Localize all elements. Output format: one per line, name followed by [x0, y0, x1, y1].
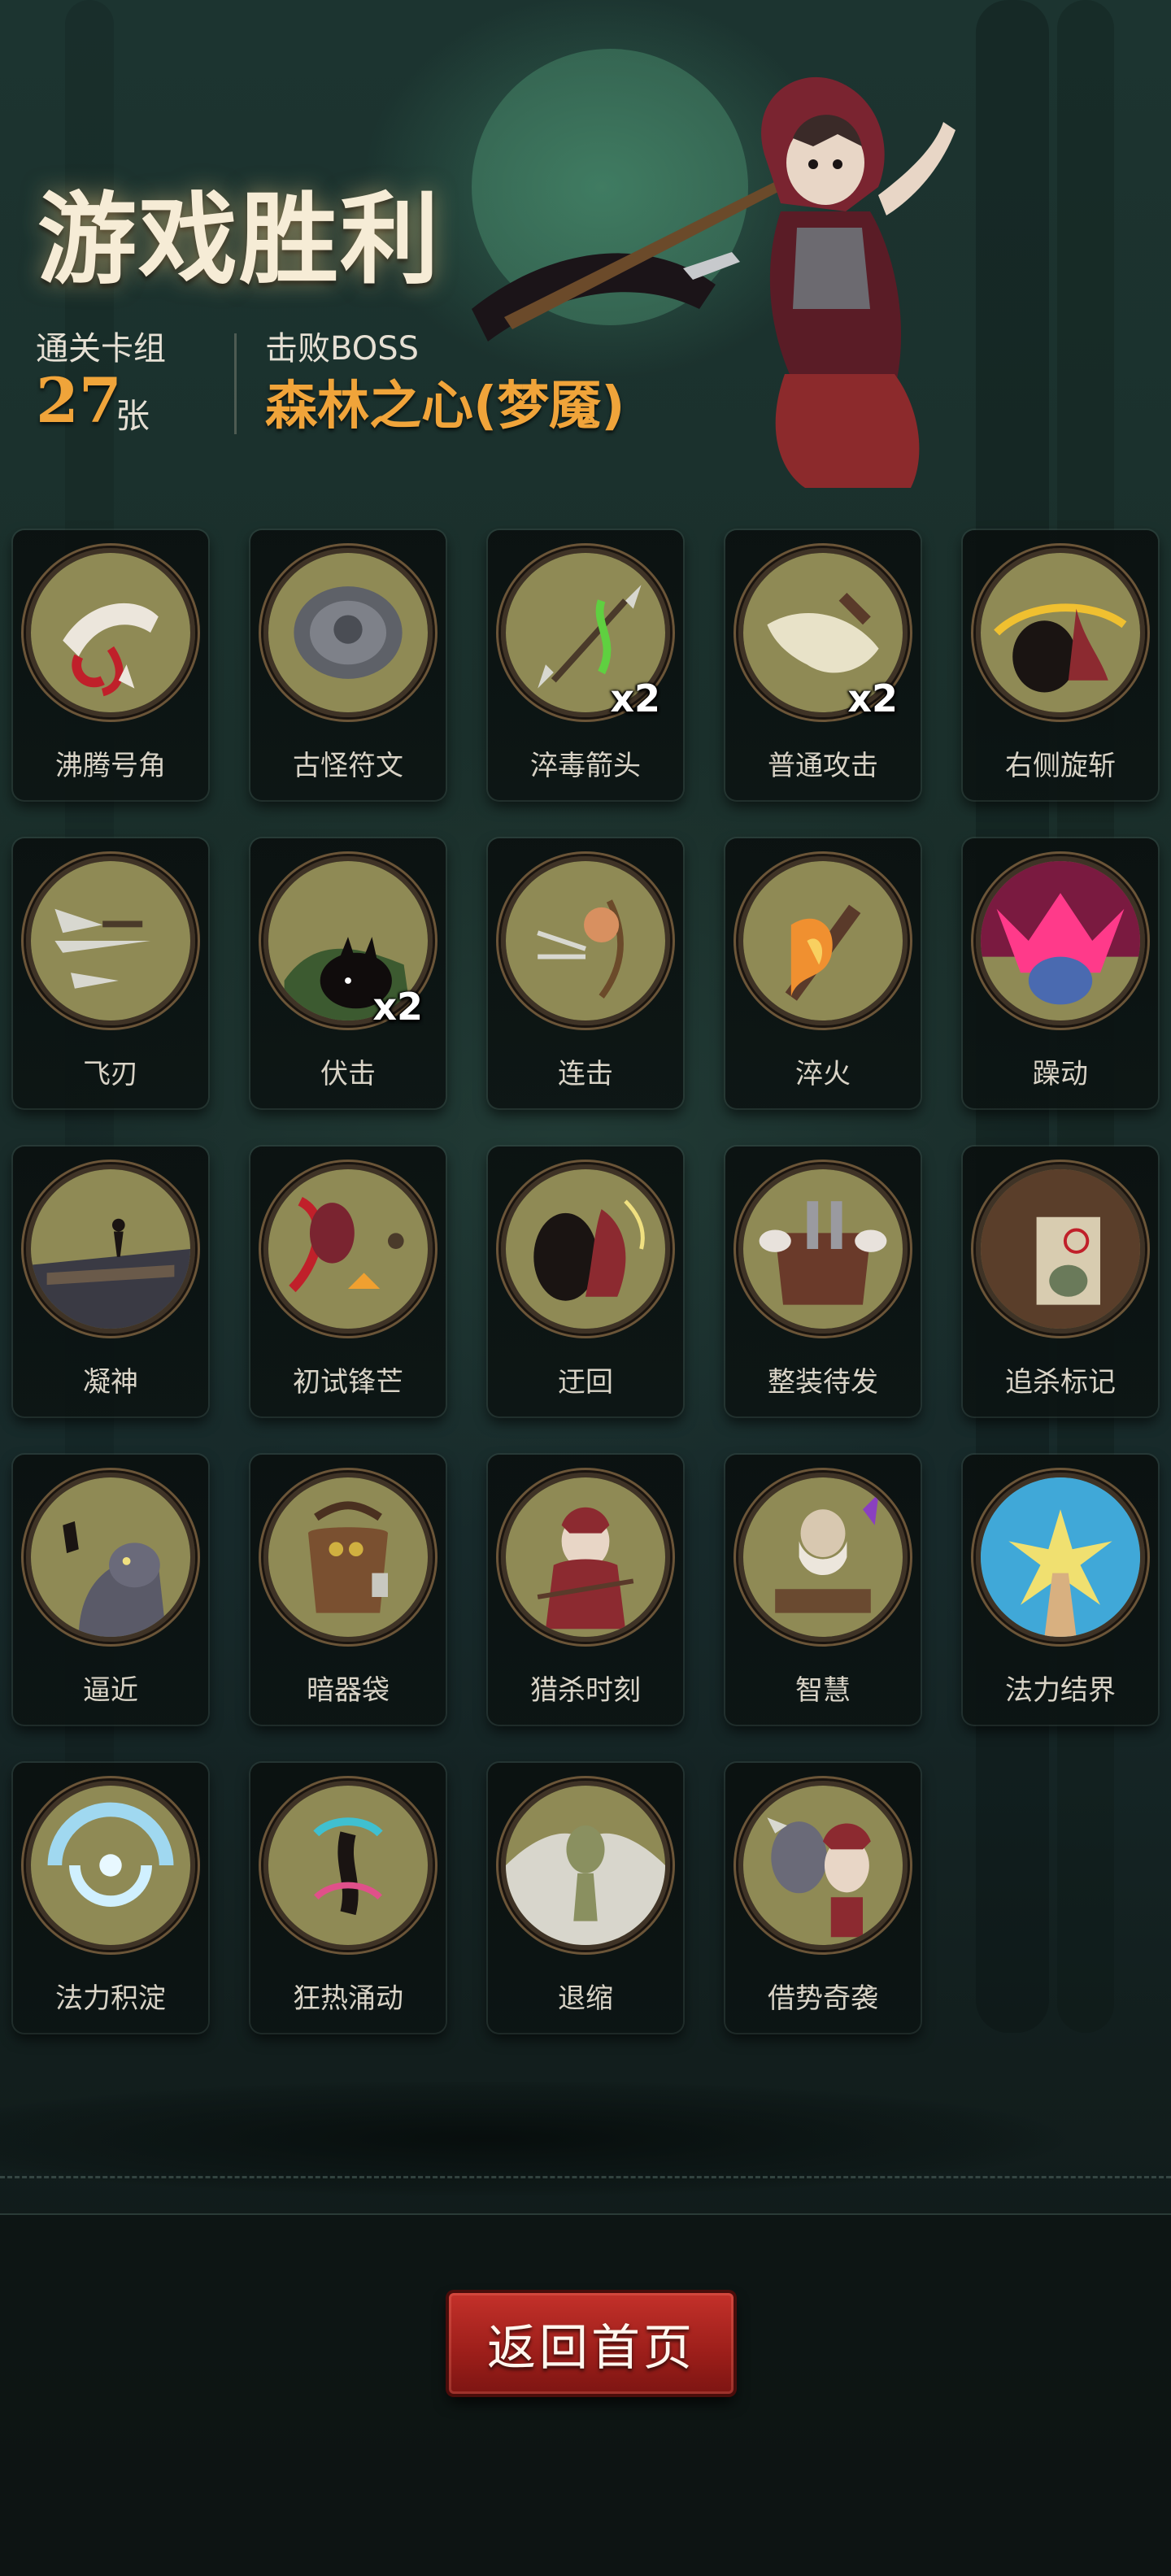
card-name: 伏击 [320, 1058, 376, 1090]
mana-accumulation-art [26, 1781, 195, 1950]
deck-card[interactable]: 右侧旋斩 [963, 530, 1158, 800]
boss-name: 森林之心(梦魇) [265, 376, 625, 437]
victory-title: 游戏胜利 [37, 181, 441, 298]
hunt-mark-art [976, 1164, 1145, 1334]
hidden-weapon-bag-art [263, 1473, 433, 1642]
deck-card[interactable]: 初试锋芒 [250, 1147, 446, 1416]
deck-card[interactable]: 古怪符文 [250, 530, 446, 800]
card-name: 凝神 [83, 1366, 138, 1399]
deck-card[interactable]: 借势奇袭 [725, 1763, 921, 2033]
card-name: 法力结界 [1005, 1674, 1116, 1707]
deck-card[interactable]: 凝神 [13, 1147, 208, 1416]
card-quantity-badge: x2 [847, 677, 898, 720]
card-name: 狂热涌动 [293, 1982, 403, 2015]
horn-art [26, 548, 195, 717]
deck-card[interactable]: 迂回 [488, 1147, 683, 1416]
card-name: 古怪符文 [293, 750, 403, 782]
deck-card[interactable]: 连击 [488, 838, 683, 1108]
card-name: 飞刃 [83, 1058, 138, 1090]
deck-label: 通关卡组 [36, 330, 166, 368]
victory-header: 游戏胜利 通关卡组 27 张 击败BOSS 森林之心(梦魇) [0, 0, 1171, 504]
combo-art [501, 856, 670, 1025]
deck-card[interactable]: 退缩 [488, 1763, 683, 2033]
flying-blades-art [26, 856, 195, 1025]
retreat-art [501, 1781, 670, 1950]
card-name: 沸腾号角 [55, 750, 166, 782]
deck-card[interactable]: 躁动 [963, 838, 1158, 1108]
card-name: 借势奇袭 [768, 1982, 878, 2015]
card-name: 整装待发 [768, 1366, 878, 1399]
deck-card[interactable]: 伏击 x2 [250, 838, 446, 1108]
deck-card[interactable]: 狂热涌动 [250, 1763, 446, 2033]
rune-art [263, 548, 433, 717]
hunting-moment-art [501, 1473, 670, 1642]
boss-stat-label-wrap: 击败BOSS [265, 322, 419, 369]
card-name: 退缩 [558, 1982, 613, 2015]
deck-card[interactable]: 飞刃 [13, 838, 208, 1108]
deck-unit: 张 [115, 396, 150, 436]
deck-card[interactable]: 普通攻击 x2 [725, 530, 921, 800]
card-name: 猎杀时刻 [530, 1674, 641, 1707]
mana-barrier-art [976, 1473, 1145, 1642]
card-name: 暗器袋 [307, 1674, 390, 1707]
momentum-raid-art [738, 1781, 908, 1950]
deck-card[interactable]: 淬火 [725, 838, 921, 1108]
approach-art [26, 1473, 195, 1642]
header-divider [234, 333, 237, 434]
focus-art [26, 1164, 195, 1334]
deck-count: 27 [36, 364, 122, 437]
deck-card[interactable]: 暗器袋 [250, 1455, 446, 1725]
restless-art [976, 856, 1145, 1025]
boss-label: 击败BOSS [265, 330, 420, 368]
wisdom-art [738, 1473, 908, 1642]
deck-card[interactable]: 法力结界 [963, 1455, 1158, 1725]
ground-silhouette [0, 2082, 1171, 2195]
deck-stat-label-wrap: 通关卡组 [36, 322, 166, 369]
deck-card[interactable]: 沸腾号角 [13, 530, 208, 800]
quench-art [738, 856, 908, 1025]
first-edge-art [263, 1164, 433, 1334]
card-name: 躁动 [1033, 1058, 1088, 1090]
card-name: 右侧旋斩 [1005, 750, 1116, 782]
return-home-button[interactable]: 返回首页 [449, 2293, 734, 2394]
deck-card[interactable]: 追杀标记 [963, 1147, 1158, 1416]
card-name: 法力积淀 [55, 1982, 166, 2015]
deck-card[interactable]: 逼近 [13, 1455, 208, 1725]
deck-card[interactable]: 法力积淀 [13, 1763, 208, 2033]
card-name: 淬火 [795, 1058, 851, 1090]
deck-card[interactable]: 淬毒箭头 x2 [488, 530, 683, 800]
ready-art [738, 1164, 908, 1334]
card-name: 连击 [558, 1058, 613, 1090]
card-name: 追杀标记 [1005, 1366, 1116, 1399]
deck-card[interactable]: 整装待发 [725, 1147, 921, 1416]
dashed-divider [0, 2176, 1171, 2178]
card-name: 迂回 [558, 1366, 613, 1399]
footer-area [0, 2215, 1171, 2576]
detour-art [501, 1164, 670, 1334]
card-name: 普通攻击 [768, 750, 878, 782]
card-name: 智慧 [795, 1674, 851, 1707]
right-spin-slash-art [976, 548, 1145, 717]
card-name: 逼近 [83, 1674, 138, 1707]
deck-card[interactable]: 猎杀时刻 [488, 1455, 683, 1725]
card-quantity-badge: x2 [610, 677, 660, 720]
card-name: 初试锋芒 [293, 1366, 403, 1399]
deck-card[interactable]: 智慧 [725, 1455, 921, 1725]
frenzy-surge-art [263, 1781, 433, 1950]
card-name: 淬毒箭头 [530, 750, 641, 782]
card-quantity-badge: x2 [372, 985, 423, 1029]
